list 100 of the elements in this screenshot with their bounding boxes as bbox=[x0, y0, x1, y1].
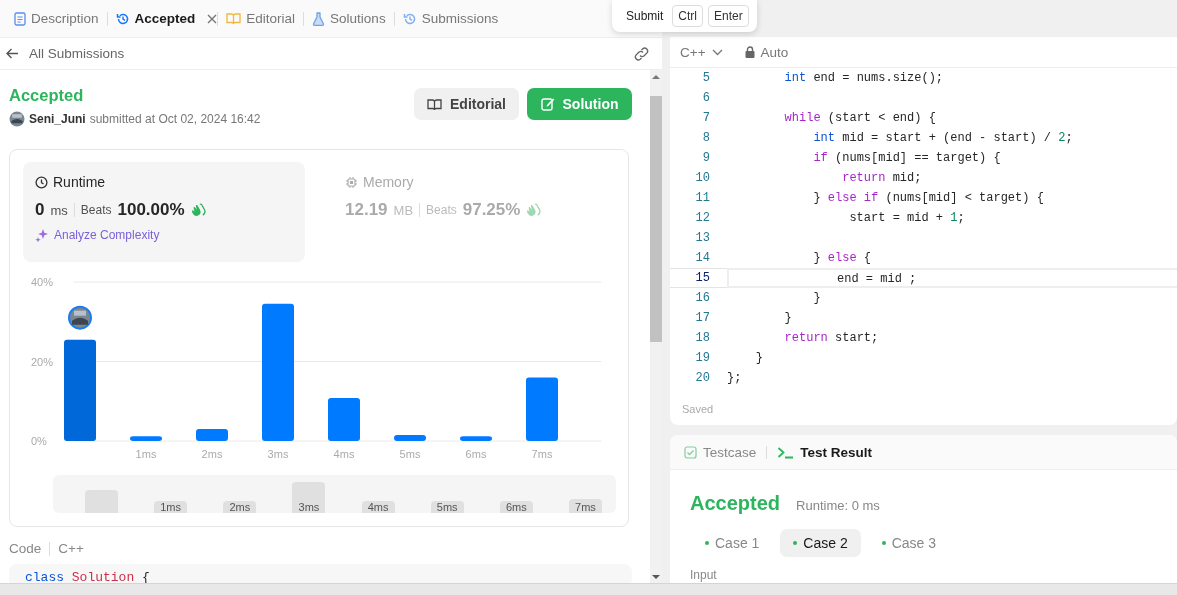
code-line: } bbox=[812, 290, 822, 307]
runtime-panel[interactable]: Runtime 0 ms Beats 100.00% Analyze Complexity bbox=[23, 162, 305, 262]
code-line: class Solution { bbox=[25, 570, 151, 583]
line-number: 16 bbox=[694, 290, 711, 307]
x-axis-label: 1ms bbox=[135, 448, 157, 460]
avatar bbox=[9, 111, 25, 127]
stat-title: Memory bbox=[363, 174, 414, 190]
history-icon bbox=[402, 11, 417, 26]
tooltip-label: Submit bbox=[626, 9, 664, 23]
analyze-complexity-link[interactable]: Analyze Complexity bbox=[35, 228, 293, 242]
editorial-button[interactable]: Editorial bbox=[414, 88, 519, 120]
tab[interactable]: Editorial bbox=[218, 0, 304, 37]
checkbox-icon bbox=[684, 445, 697, 459]
flask-icon bbox=[312, 11, 326, 26]
language-selector[interactable]: C++ bbox=[680, 44, 723, 60]
line-number: 20 bbox=[694, 370, 711, 387]
bar[interactable] bbox=[130, 436, 162, 441]
code-line: start = mid + 1; bbox=[848, 210, 966, 227]
bar[interactable] bbox=[196, 429, 228, 441]
history-icon bbox=[115, 11, 130, 26]
code-line: end = mid ; bbox=[727, 268, 1177, 288]
code-line: while (start < end) { bbox=[783, 110, 937, 127]
overview-bar: 2ms bbox=[223, 501, 257, 513]
runtime-text: Runtime: 0 ms bbox=[796, 498, 880, 513]
line-number: 14 bbox=[694, 250, 711, 267]
tab[interactable]: Submissions bbox=[394, 0, 507, 37]
scroll-up-arrow-icon bbox=[652, 74, 660, 80]
tab[interactable]: Test Result bbox=[775, 444, 875, 460]
horizontal-scrollbar[interactable] bbox=[0, 583, 1177, 595]
code-line: int end = nums.size(); bbox=[783, 70, 945, 87]
chevron-down-icon bbox=[711, 48, 723, 56]
submission-status: Accepted bbox=[9, 86, 85, 105]
line-number: 11 bbox=[694, 190, 711, 207]
back-link[interactable]: All Submissions bbox=[29, 46, 125, 61]
beats-label: Beats bbox=[80, 203, 112, 217]
line-number: 9 bbox=[701, 150, 711, 167]
link-icon[interactable] bbox=[633, 46, 650, 61]
stat-unit: ms bbox=[50, 202, 68, 218]
lock-icon bbox=[744, 46, 755, 58]
bar[interactable] bbox=[460, 436, 492, 441]
sparkle-icon bbox=[35, 228, 49, 242]
clapping-hands-icon bbox=[526, 203, 542, 217]
range-overview[interactable]: 1ms 2ms 3ms 4ms 5ms 6ms 7ms bbox=[53, 475, 616, 513]
overview-bar: 7ms bbox=[569, 498, 602, 513]
user-name[interactable]: Seni_Juni bbox=[29, 112, 86, 126]
code-line: } bbox=[754, 350, 764, 367]
bar[interactable] bbox=[526, 377, 558, 441]
code-line: if (nums[mid] == target) { bbox=[812, 150, 1002, 167]
overview-bar: 4ms bbox=[361, 501, 395, 513]
tab[interactable]: Testcase bbox=[682, 444, 759, 460]
clapping-hands-icon bbox=[190, 203, 206, 217]
stat-value: 12.19 bbox=[345, 200, 388, 220]
overview-bar: 6ms bbox=[499, 501, 533, 513]
back-arrow-icon[interactable] bbox=[6, 48, 19, 59]
case-tab[interactable]: Case 3 bbox=[868, 529, 950, 557]
line-number: 13 bbox=[694, 230, 711, 247]
beats-label: Beats bbox=[426, 203, 457, 217]
x-axis-label: 6ms bbox=[465, 448, 487, 460]
mode-label: Auto bbox=[760, 44, 789, 60]
clock-icon bbox=[35, 175, 48, 189]
scrollbar[interactable] bbox=[650, 70, 662, 583]
x-axis-label: 4ms bbox=[333, 448, 355, 460]
x-axis-label: 7ms bbox=[531, 448, 553, 460]
code-label: Code bbox=[9, 541, 42, 556]
line-number: 10 bbox=[694, 170, 711, 187]
memory-panel[interactable]: Memory 12.19 MB Beats 97.25% bbox=[333, 162, 615, 262]
close-icon[interactable] bbox=[207, 13, 218, 24]
beats-value: 100.00% bbox=[117, 200, 185, 220]
edit-icon bbox=[540, 97, 555, 111]
status-dot-icon bbox=[705, 541, 709, 545]
case-tab[interactable]: Case 2 bbox=[780, 529, 861, 557]
code-line: return mid; bbox=[841, 170, 923, 187]
chip-icon bbox=[345, 175, 358, 189]
line-number: 19 bbox=[694, 350, 711, 367]
y-axis-label: 40% bbox=[31, 276, 54, 288]
stat-unit: MB bbox=[393, 202, 414, 218]
line-number: 5 bbox=[701, 70, 711, 87]
line-number: 15 bbox=[694, 270, 711, 287]
stat-value: 0 bbox=[35, 200, 45, 220]
scroll-down-arrow-icon[interactable] bbox=[652, 574, 660, 580]
code-line: }; bbox=[727, 370, 743, 387]
submitted-time: submitted at Oct 02, 2024 16:42 bbox=[89, 112, 261, 126]
code-line: } else if (nums[mid] < target) { bbox=[812, 190, 1045, 207]
code-line: } else { bbox=[812, 250, 873, 267]
line-number: 12 bbox=[694, 210, 711, 227]
tab[interactable]: Accepted bbox=[107, 0, 204, 37]
bar[interactable] bbox=[394, 435, 426, 441]
overview-bar: 5ms bbox=[430, 501, 464, 513]
tab[interactable]: Solutions bbox=[304, 0, 394, 37]
line-number: 6 bbox=[701, 90, 711, 107]
key-cap: Ctrl bbox=[672, 5, 704, 27]
code-line: } bbox=[783, 310, 793, 327]
solution-button[interactable]: Solution bbox=[527, 88, 632, 120]
code-line: int mid = start + (end - start) / 2; bbox=[812, 130, 1074, 147]
tab[interactable]: Description bbox=[6, 0, 107, 37]
code-line: return start; bbox=[783, 330, 880, 347]
case-tab[interactable]: Case 1 bbox=[692, 529, 773, 557]
status-dot-icon bbox=[793, 541, 798, 545]
terminal-icon bbox=[777, 445, 795, 459]
line-number: 18 bbox=[694, 330, 711, 347]
